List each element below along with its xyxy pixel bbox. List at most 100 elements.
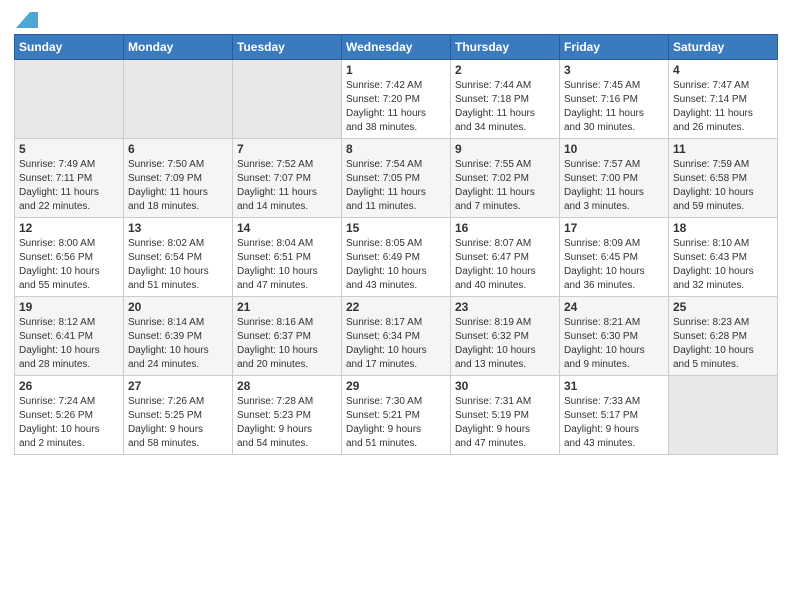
logo-icon (16, 12, 38, 28)
calendar-cell: 12 Sunrise: 8:00 AM Sunset: 6:56 PM Dayli… (15, 218, 124, 297)
calendar-table: SundayMondayTuesdayWednesdayThursdayFrid… (14, 34, 778, 455)
cell-day-number: 28 (237, 379, 337, 393)
calendar-cell: 15Sunrise: 8:05 AM Sunset: 6:49 PM Dayli… (342, 218, 451, 297)
calendar-header-thursday: Thursday (451, 35, 560, 60)
calendar-cell (669, 376, 778, 455)
calendar-cell: 27 Sunrise: 7:26 AM Sunset: 5:25 PM Dayli… (124, 376, 233, 455)
cell-day-number: 26 (19, 379, 119, 393)
cell-info-text: Sunrise: 8:16 AM Sunset: 6:37 PM Dayligh… (237, 316, 337, 372)
calendar-cell: 23 Sunrise: 8:19 AM Sunset: 6:32 PM Dayli… (451, 297, 560, 376)
calendar-header-friday: Friday (560, 35, 669, 60)
cell-info-text: Sunrise: 7:45 AM Sunset: 7:16 PM Dayligh… (564, 79, 664, 135)
calendar-cell: 10Sunrise: 7:57 AM Sunset: 7:00 PM Dayli… (560, 139, 669, 218)
calendar-cell: 24 Sunrise: 8:21 AM Sunset: 6:30 PM Dayli… (560, 297, 669, 376)
calendar-cell (15, 60, 124, 139)
calendar-cell: 17 Sunrise: 8:09 AM Sunset: 6:45 PM Dayli… (560, 218, 669, 297)
cell-info-text: Sunrise: 8:09 AM Sunset: 6:45 PM Dayligh… (564, 237, 664, 293)
calendar-cell (233, 60, 342, 139)
calendar-week-5: 26 Sunrise: 7:24 AM Sunset: 5:26 PM Dayli… (15, 376, 778, 455)
calendar-header-wednesday: Wednesday (342, 35, 451, 60)
cell-info-text: Sunrise: 8:19 AM Sunset: 6:32 PM Dayligh… (455, 316, 555, 372)
calendar-cell: 11 Sunrise: 7:59 AM Sunset: 6:58 PM Dayli… (669, 139, 778, 218)
cell-day-number: 1 (346, 63, 446, 77)
cell-info-text: Sunrise: 7:52 AM Sunset: 7:07 PM Dayligh… (237, 158, 337, 214)
calendar-cell: 16Sunrise: 8:07 AM Sunset: 6:47 PM Dayli… (451, 218, 560, 297)
calendar-cell: 13 Sunrise: 8:02 AM Sunset: 6:54 PM Dayli… (124, 218, 233, 297)
cell-info-text: Sunrise: 7:49 AM Sunset: 7:11 PM Dayligh… (19, 158, 119, 214)
cell-day-number: 20 (128, 300, 228, 314)
cell-day-number: 23 (455, 300, 555, 314)
calendar-cell: 31 Sunrise: 7:33 AM Sunset: 5:17 PM Dayli… (560, 376, 669, 455)
cell-day-number: 14 (237, 221, 337, 235)
cell-info-text: Sunrise: 8:02 AM Sunset: 6:54 PM Dayligh… (128, 237, 228, 293)
cell-day-number: 31 (564, 379, 664, 393)
cell-info-text: Sunrise: 8:17 AM Sunset: 6:34 PM Dayligh… (346, 316, 446, 372)
calendar-cell: 7 Sunrise: 7:52 AM Sunset: 7:07 PM Daylig… (233, 139, 342, 218)
cell-info-text: Sunrise: 7:31 AM Sunset: 5:19 PM Dayligh… (455, 395, 555, 451)
calendar-header-saturday: Saturday (669, 35, 778, 60)
cell-day-number: 16 (455, 221, 555, 235)
calendar-cell: 2Sunrise: 7:44 AM Sunset: 7:18 PM Daylig… (451, 60, 560, 139)
calendar-cell: 28 Sunrise: 7:28 AM Sunset: 5:23 PM Dayli… (233, 376, 342, 455)
cell-info-text: Sunrise: 8:23 AM Sunset: 6:28 PM Dayligh… (673, 316, 773, 372)
calendar-cell: 1 Sunrise: 7:42 AM Sunset: 7:20 PM Daylig… (342, 60, 451, 139)
cell-info-text: Sunrise: 7:42 AM Sunset: 7:20 PM Dayligh… (346, 79, 446, 135)
cell-day-number: 13 (128, 221, 228, 235)
cell-day-number: 5 (19, 142, 119, 156)
cell-info-text: Sunrise: 7:26 AM Sunset: 5:25 PM Dayligh… (128, 395, 228, 451)
calendar-cell: 20 Sunrise: 8:14 AM Sunset: 6:39 PM Dayli… (124, 297, 233, 376)
cell-day-number: 2 (455, 63, 555, 77)
cell-info-text: Sunrise: 8:21 AM Sunset: 6:30 PM Dayligh… (564, 316, 664, 372)
calendar-cell: 9 Sunrise: 7:55 AM Sunset: 7:02 PM Daylig… (451, 139, 560, 218)
calendar-cell: 21Sunrise: 8:16 AM Sunset: 6:37 PM Dayli… (233, 297, 342, 376)
cell-day-number: 29 (346, 379, 446, 393)
cell-day-number: 8 (346, 142, 446, 156)
cell-info-text: Sunrise: 8:00 AM Sunset: 6:56 PM Dayligh… (19, 237, 119, 293)
cell-day-number: 7 (237, 142, 337, 156)
cell-info-text: Sunrise: 7:30 AM Sunset: 5:21 PM Dayligh… (346, 395, 446, 451)
calendar-cell: 30Sunrise: 7:31 AM Sunset: 5:19 PM Dayli… (451, 376, 560, 455)
cell-day-number: 9 (455, 142, 555, 156)
cell-info-text: Sunrise: 8:14 AM Sunset: 6:39 PM Dayligh… (128, 316, 228, 372)
cell-day-number: 17 (564, 221, 664, 235)
calendar-cell: 26 Sunrise: 7:24 AM Sunset: 5:26 PM Dayli… (15, 376, 124, 455)
cell-info-text: Sunrise: 7:28 AM Sunset: 5:23 PM Dayligh… (237, 395, 337, 451)
cell-day-number: 12 (19, 221, 119, 235)
calendar-header-row: SundayMondayTuesdayWednesdayThursdayFrid… (15, 35, 778, 60)
cell-info-text: Sunrise: 8:12 AM Sunset: 6:41 PM Dayligh… (19, 316, 119, 372)
cell-info-text: Sunrise: 7:55 AM Sunset: 7:02 PM Dayligh… (455, 158, 555, 214)
cell-info-text: Sunrise: 8:05 AM Sunset: 6:49 PM Dayligh… (346, 237, 446, 293)
calendar-week-4: 19Sunrise: 8:12 AM Sunset: 6:41 PM Dayli… (15, 297, 778, 376)
cell-info-text: Sunrise: 7:54 AM Sunset: 7:05 PM Dayligh… (346, 158, 446, 214)
cell-info-text: Sunrise: 7:50 AM Sunset: 7:09 PM Dayligh… (128, 158, 228, 214)
calendar-cell: 18Sunrise: 8:10 AM Sunset: 6:43 PM Dayli… (669, 218, 778, 297)
header (14, 10, 778, 28)
calendar-cell: 6Sunrise: 7:50 AM Sunset: 7:09 PM Daylig… (124, 139, 233, 218)
calendar-cell: 14Sunrise: 8:04 AM Sunset: 6:51 PM Dayli… (233, 218, 342, 297)
cell-info-text: Sunrise: 7:33 AM Sunset: 5:17 PM Dayligh… (564, 395, 664, 451)
cell-day-number: 11 (673, 142, 773, 156)
calendar-cell: 8 Sunrise: 7:54 AM Sunset: 7:05 PM Daylig… (342, 139, 451, 218)
calendar-cell: 4Sunrise: 7:47 AM Sunset: 7:14 PM Daylig… (669, 60, 778, 139)
cell-day-number: 25 (673, 300, 773, 314)
calendar-cell (124, 60, 233, 139)
logo (14, 10, 38, 28)
calendar-week-3: 12 Sunrise: 8:00 AM Sunset: 6:56 PM Dayli… (15, 218, 778, 297)
cell-day-number: 3 (564, 63, 664, 77)
calendar-cell: 3 Sunrise: 7:45 AM Sunset: 7:16 PM Daylig… (560, 60, 669, 139)
page: SundayMondayTuesdayWednesdayThursdayFrid… (0, 0, 792, 612)
calendar-header-sunday: Sunday (15, 35, 124, 60)
calendar-cell: 25 Sunrise: 8:23 AM Sunset: 6:28 PM Dayli… (669, 297, 778, 376)
calendar-week-1: 1 Sunrise: 7:42 AM Sunset: 7:20 PM Daylig… (15, 60, 778, 139)
cell-day-number: 27 (128, 379, 228, 393)
calendar-week-2: 5 Sunrise: 7:49 AM Sunset: 7:11 PM Daylig… (15, 139, 778, 218)
cell-info-text: Sunrise: 7:59 AM Sunset: 6:58 PM Dayligh… (673, 158, 773, 214)
cell-info-text: Sunrise: 7:24 AM Sunset: 5:26 PM Dayligh… (19, 395, 119, 451)
cell-day-number: 24 (564, 300, 664, 314)
calendar-cell: 5 Sunrise: 7:49 AM Sunset: 7:11 PM Daylig… (15, 139, 124, 218)
cell-day-number: 18 (673, 221, 773, 235)
cell-info-text: Sunrise: 7:57 AM Sunset: 7:00 PM Dayligh… (564, 158, 664, 214)
calendar-header-monday: Monday (124, 35, 233, 60)
cell-day-number: 4 (673, 63, 773, 77)
calendar-cell: 29 Sunrise: 7:30 AM Sunset: 5:21 PM Dayli… (342, 376, 451, 455)
